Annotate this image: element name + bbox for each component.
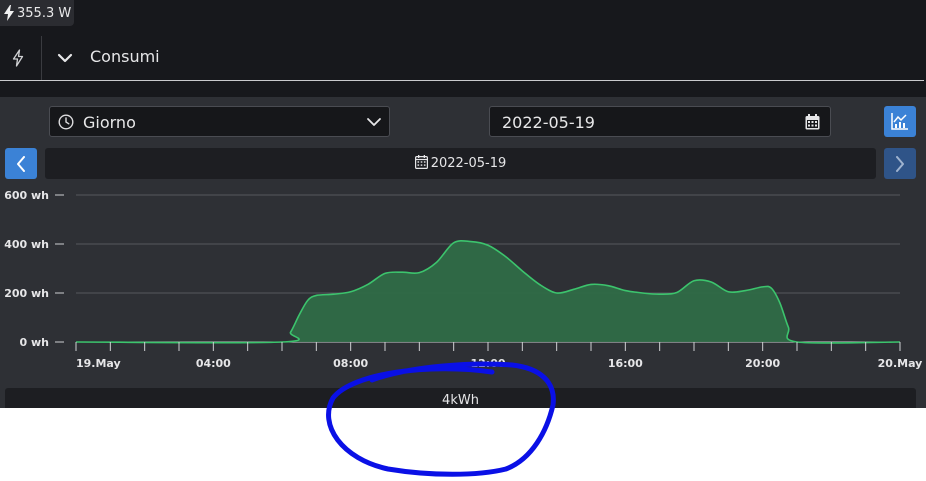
section-header[interactable]: Consumi: [0, 36, 926, 80]
consumption-area: [76, 240, 900, 344]
date-input-value: 2022-05-19: [502, 113, 595, 132]
x-tick-label: 04:00: [196, 357, 231, 370]
power-value: 355.3 W: [17, 5, 72, 21]
previous-day-button[interactable]: [5, 148, 37, 179]
x-tick-label: 19.May: [76, 357, 121, 370]
chart-icon: [891, 113, 908, 130]
y-tick-label: 0 wh: [20, 336, 49, 349]
x-tick-label: 16:00: [608, 357, 643, 370]
daily-total-value: 4kWh: [442, 393, 479, 408]
chevron-left-icon: [17, 156, 25, 172]
header-divider: [41, 36, 42, 80]
chart-view-button[interactable]: [884, 106, 916, 137]
y-tick-label: 600 wh: [4, 189, 49, 202]
app-window: 355.3 W Consumi Giorno 2022-05-19 2022-0…: [0, 0, 926, 408]
y-tick-label: 200 wh: [4, 287, 49, 300]
period-select-value: Giorno: [83, 113, 136, 132]
current-date-text: 2022-05-19: [430, 156, 507, 171]
clock-icon: [58, 114, 74, 130]
current-date-label: 2022-05-19: [45, 148, 876, 179]
chevron-down-icon: [367, 118, 381, 126]
daily-total-bar: 4kWh: [5, 388, 916, 408]
power-status-badge: 355.3 W: [0, 0, 74, 26]
section-title: Consumi: [90, 47, 160, 66]
bolt-outline-icon: [12, 49, 24, 67]
x-tick-label: 20:00: [745, 357, 780, 370]
next-day-button[interactable]: [884, 148, 916, 179]
calendar-icon[interactable]: [805, 114, 820, 130]
bolt-icon: [4, 5, 14, 21]
calendar-icon: [414, 155, 428, 170]
x-tick-label: 12:00: [470, 357, 505, 370]
header-underline: [0, 80, 924, 81]
consumption-chart: 0 wh 200 wh 400 wh 600 wh 19.May 04:00 08:00 12…: [4, 189, 923, 370]
chevron-right-icon: [896, 156, 904, 172]
date-input[interactable]: 2022-05-19: [489, 106, 831, 137]
period-select[interactable]: Giorno: [49, 106, 390, 137]
x-tick-label: 08:00: [333, 357, 368, 370]
x-tick-label: 20.May: [878, 357, 923, 370]
y-tick-label: 400 wh: [4, 238, 49, 251]
chevron-down-icon[interactable]: [57, 51, 73, 65]
